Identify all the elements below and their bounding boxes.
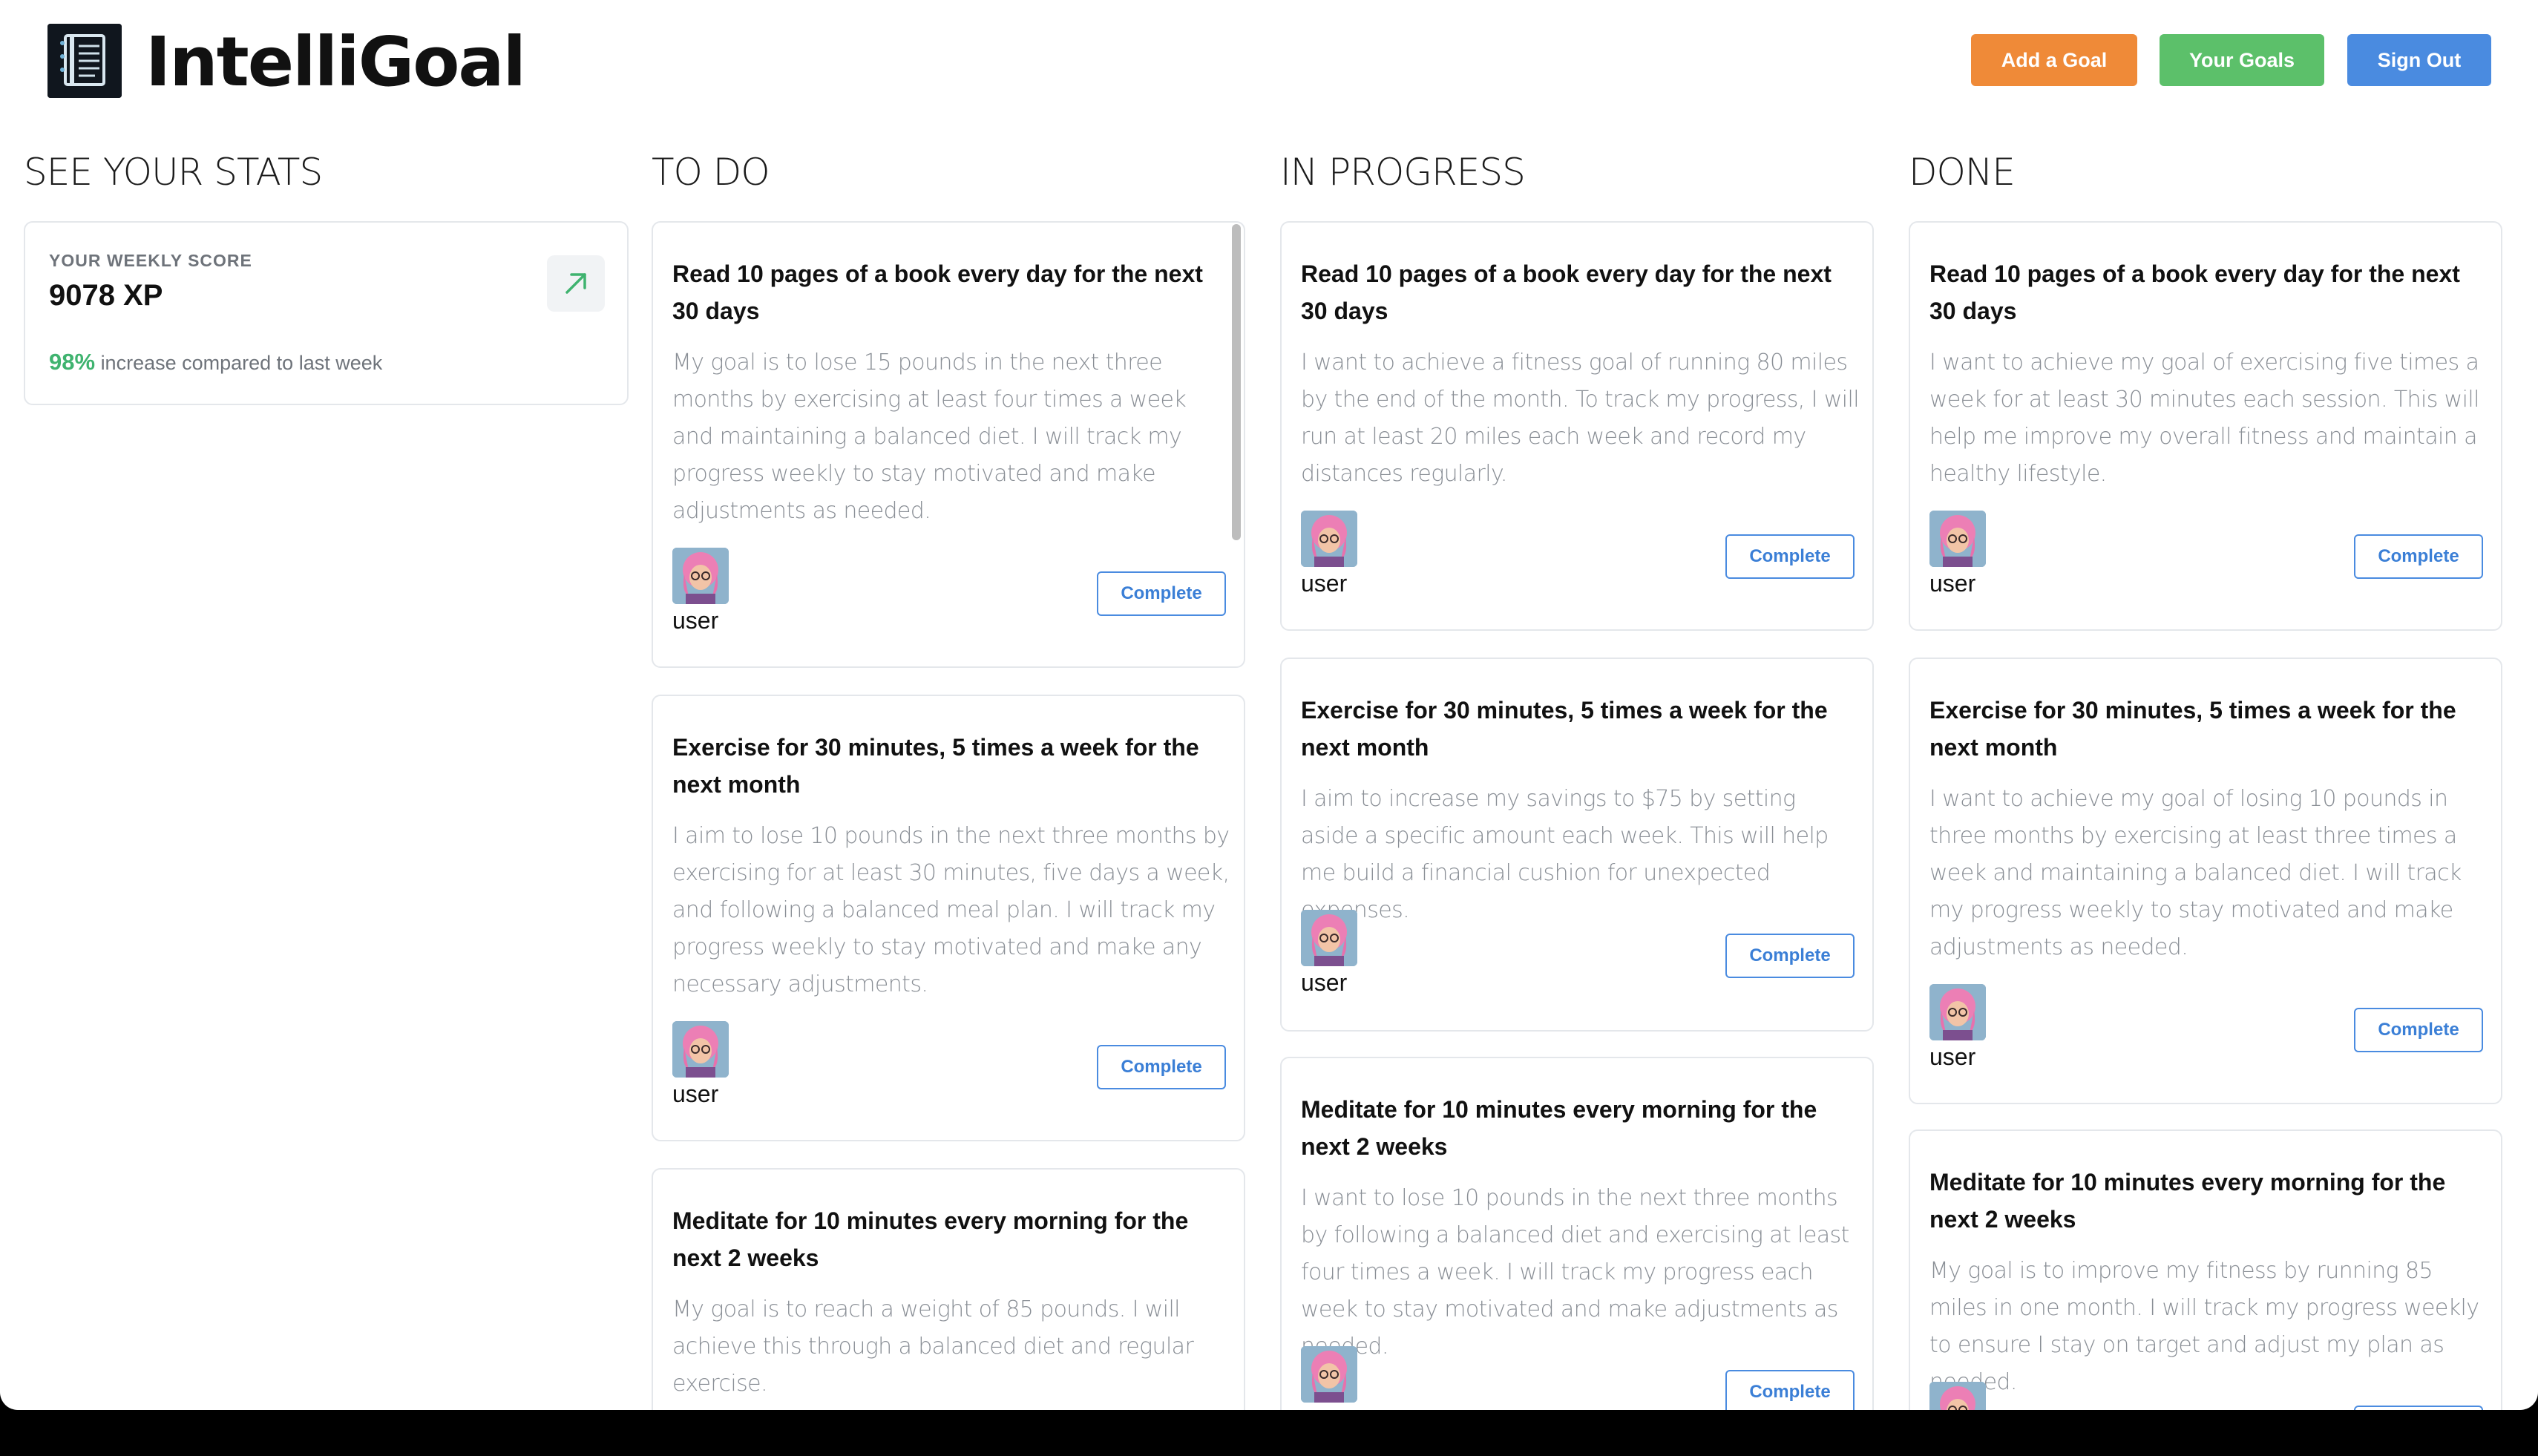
avatar <box>1929 1382 1986 1410</box>
arrow-up-right-icon <box>547 255 605 312</box>
goal-description: I aim to increase my savings to $75 by s… <box>1301 786 1829 923</box>
goal-card: Read 10 pages of a book every day for th… <box>652 221 1245 668</box>
goal-description: My goal is to improve my fitness by runn… <box>1929 1258 2479 1395</box>
weekly-score-card: YOUR WEEKLY SCORE 9078 XP 98% increase c… <box>24 221 629 405</box>
increase-text: increase compared to last week <box>100 352 383 374</box>
goal-card: Exercise for 30 minutes, 5 times a week … <box>1909 658 2502 1104</box>
user-name: user <box>672 607 719 634</box>
complete-button[interactable]: Complete <box>1725 1370 1855 1410</box>
column-title-done: DONE <box>1909 151 2016 194</box>
app-page: IntelliGoal Add a Goal Your Goals Sign O… <box>0 0 2538 1410</box>
avatar <box>672 1021 729 1078</box>
avatar <box>1301 910 1357 966</box>
user-name: user <box>1929 1043 1976 1070</box>
goal-title: Read 10 pages of a book every day for th… <box>1301 260 1832 324</box>
goal-title: Read 10 pages of a book every day for th… <box>672 260 1203 324</box>
goal-card: Exercise for 30 minutes, 5 times a week … <box>1280 658 1874 1032</box>
user-name: user <box>1301 1406 1347 1410</box>
goal-description: My goal is to reach a weight of 85 pound… <box>672 1296 1194 1397</box>
complete-button[interactable]: Complete <box>1097 571 1226 616</box>
goal-card: Exercise for 30 minutes, 5 times a week … <box>652 695 1245 1141</box>
weekly-score-footer: 98% increase compared to last week <box>49 349 382 376</box>
top-header: IntelliGoal Add a Goal Your Goals Sign O… <box>0 0 2538 126</box>
user-name: user <box>1929 570 1976 597</box>
weekly-score-value: 9078 XP <box>49 279 163 312</box>
column-todo: Read 10 pages of a book every day for th… <box>652 220 1245 1410</box>
column-done: Read 10 pages of a book every day for th… <box>1909 220 2502 1410</box>
user-name: user <box>672 1080 719 1107</box>
goal-title: Meditate for 10 minutes every morning fo… <box>1929 1169 2446 1233</box>
notebook-icon <box>47 24 122 98</box>
avatar <box>1301 1346 1357 1403</box>
goal-card: Read 10 pages of a book every day for th… <box>1909 221 2502 631</box>
goal-description: I aim to lose 10 pounds in the next thre… <box>672 823 1230 997</box>
goal-title: Meditate for 10 minutes every morning fo… <box>672 1207 1189 1271</box>
column-title-in-progress: IN PROGRESS <box>1280 151 1526 194</box>
goal-description: I want to achieve my goal of losing 10 p… <box>1929 786 2462 960</box>
goal-card: Meditate for 10 minutes every morning fo… <box>652 1168 1245 1410</box>
goal-description: My goal is to lose 15 pounds in the next… <box>672 350 1187 524</box>
avatar <box>1929 511 1986 567</box>
complete-button[interactable]: Complete <box>2354 1406 2483 1410</box>
increase-percent: 98% <box>49 349 96 375</box>
add-goal-button[interactable]: Add a Goal <box>1971 34 2137 86</box>
weekly-score-label: YOUR WEEKLY SCORE <box>49 251 252 270</box>
avatar <box>672 548 729 604</box>
goal-title: Meditate for 10 minutes every morning fo… <box>1301 1096 1817 1160</box>
goal-description: I want to achieve my goal of exercising … <box>1929 350 2479 487</box>
complete-button[interactable]: Complete <box>1725 534 1855 579</box>
app-title: IntelliGoal <box>145 22 526 102</box>
column-title-todo: TO DO <box>652 151 770 194</box>
sign-out-button[interactable]: Sign Out <box>2347 34 2491 86</box>
goal-card: Meditate for 10 minutes every morning fo… <box>1909 1129 2502 1410</box>
avatar <box>1929 984 1986 1040</box>
complete-button[interactable]: Complete <box>2354 1008 2483 1052</box>
goal-description: I want to achieve a fitness goal of runn… <box>1301 350 1860 487</box>
goal-title: Exercise for 30 minutes, 5 times a week … <box>1929 697 2456 761</box>
avatar <box>1301 511 1357 567</box>
scrollbar-thumb[interactable] <box>1232 224 1241 540</box>
complete-button[interactable]: Complete <box>1725 934 1855 978</box>
column-in-progress: Read 10 pages of a book every day for th… <box>1280 220 1874 1410</box>
goal-title: Exercise for 30 minutes, 5 times a week … <box>1301 697 1828 761</box>
user-name: user <box>1301 570 1348 597</box>
complete-button[interactable]: Complete <box>1097 1045 1226 1089</box>
stats-heading: SEE YOUR STATS <box>24 151 323 194</box>
goal-description: I want to lose 10 pounds in the next thr… <box>1301 1185 1849 1360</box>
user-name: user <box>1301 969 1348 996</box>
goal-card: Meditate for 10 minutes every morning fo… <box>1280 1057 1874 1410</box>
goal-card: Read 10 pages of a book every day for th… <box>1280 221 1874 631</box>
goal-title: Exercise for 30 minutes, 5 times a week … <box>672 734 1199 798</box>
goal-title: Read 10 pages of a book every day for th… <box>1929 260 2460 324</box>
complete-button[interactable]: Complete <box>2354 534 2483 579</box>
your-goals-button[interactable]: Your Goals <box>2160 34 2324 86</box>
